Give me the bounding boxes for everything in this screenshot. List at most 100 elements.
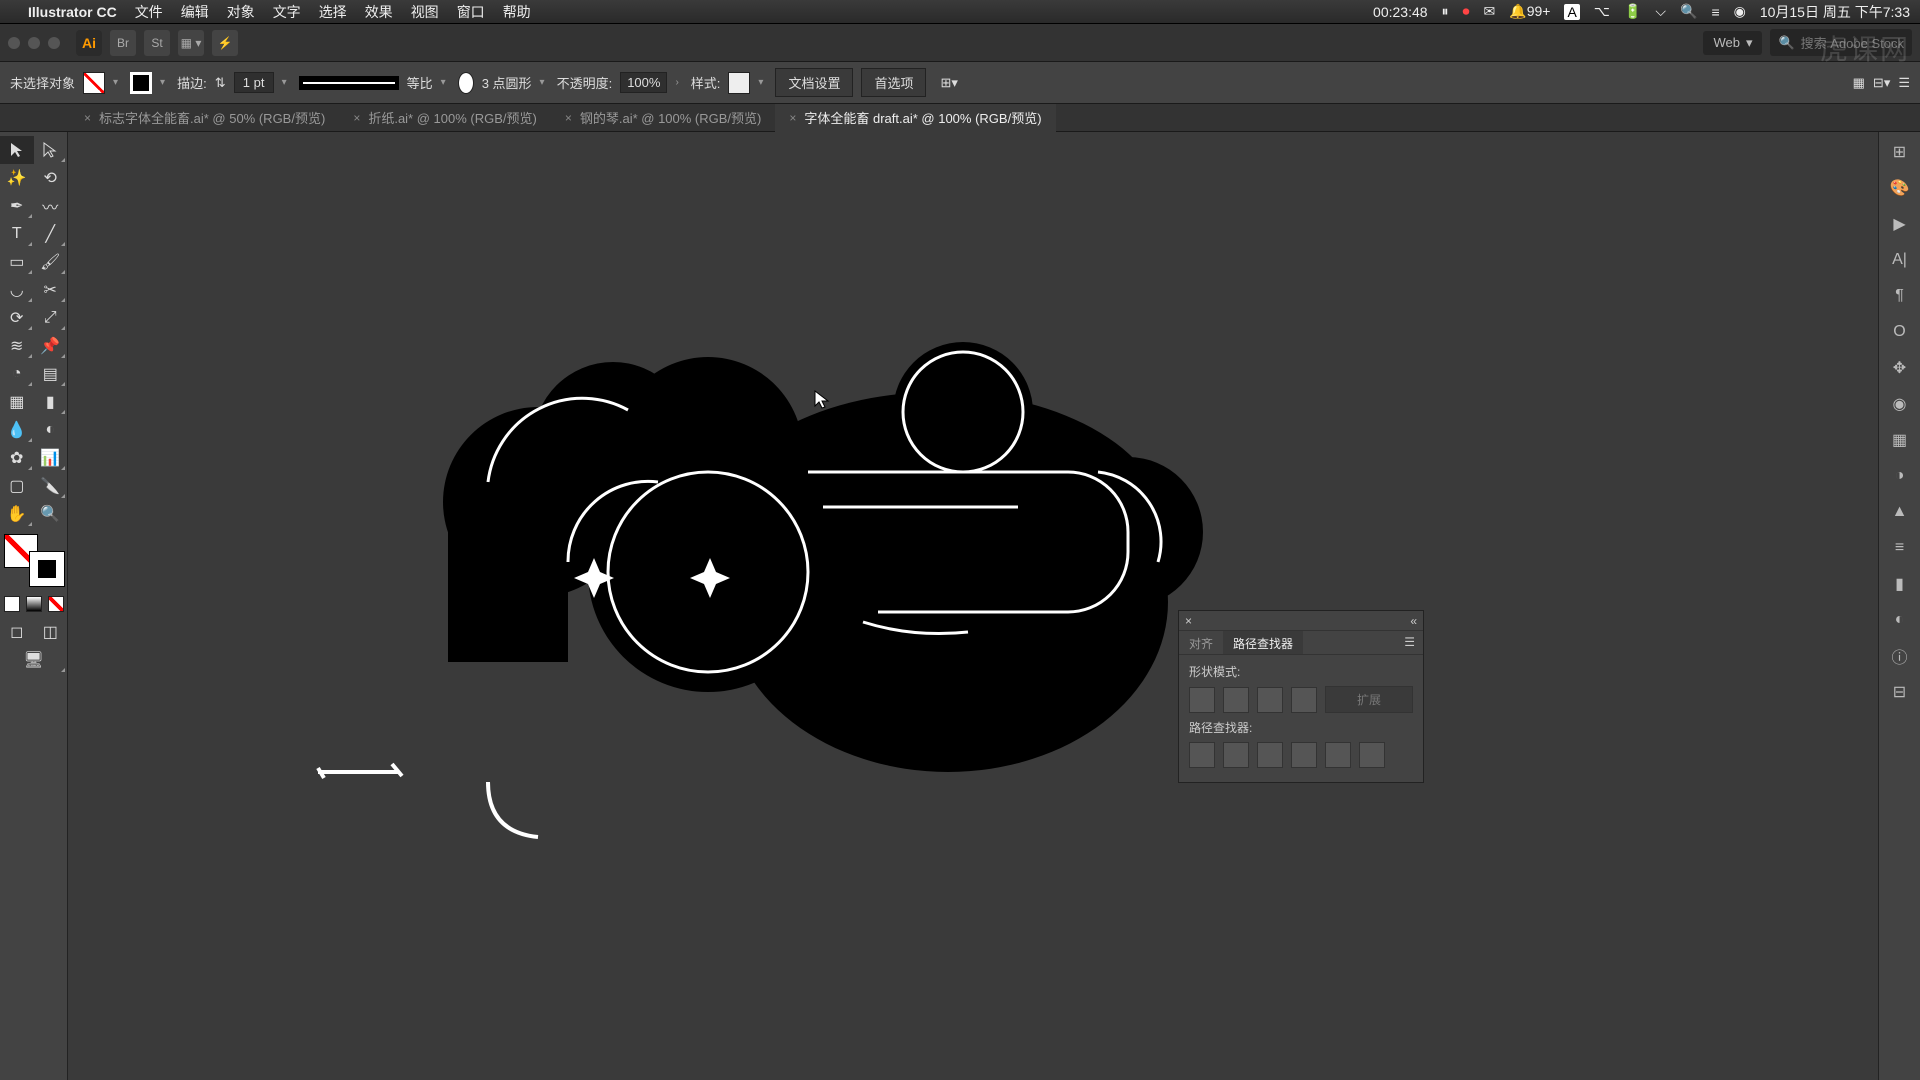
align-icon[interactable]: ⊞▾ — [940, 75, 957, 91]
line-tool[interactable]: ╱ — [34, 220, 68, 248]
wechat-icon[interactable]: ✉ — [1484, 3, 1496, 20]
gradient-tool[interactable]: ▮ — [34, 388, 68, 416]
expand-button[interactable]: 扩展 — [1325, 686, 1413, 713]
symbols-panel-icon[interactable]: ▲ — [1886, 498, 1914, 526]
stroke-swatch[interactable] — [130, 72, 152, 94]
menu-effect[interactable]: 效果 — [365, 2, 393, 22]
fill-dropdown-icon[interactable]: ▾ — [113, 77, 118, 88]
menu-type[interactable]: 文字 — [273, 2, 301, 22]
swatches-panel-icon[interactable]: ▦ — [1886, 426, 1914, 454]
fill-swatch[interactable] — [83, 72, 105, 94]
hand-tool[interactable]: ✋ — [0, 500, 34, 528]
menu-object[interactable]: 对象 — [227, 2, 255, 22]
align-panel-icon[interactable]: ⊟ — [1886, 678, 1914, 706]
zoom-tool[interactable]: 🔍 — [34, 500, 68, 528]
actions-panel-icon[interactable]: ▶ — [1886, 210, 1914, 238]
app-name[interactable]: Illustrator CC — [28, 4, 117, 20]
document-tab[interactable]: ×标志字体全能畜.ai* @ 50% (RGB/预览) — [70, 104, 339, 132]
stroke-weight-field[interactable]: 1 pt — [234, 72, 274, 93]
blend-tool[interactable]: ◐ — [34, 416, 68, 444]
transparency-panel-icon[interactable]: ◐ — [1886, 606, 1914, 634]
screen-mode-icon[interactable]: 🖥 — [0, 646, 67, 674]
unite-button[interactable] — [1189, 687, 1215, 713]
document-tab[interactable]: ×折纸.ai* @ 100% (RGB/预览) — [339, 104, 551, 132]
clock[interactable]: 10月15日 周五 下午7:33 — [1760, 2, 1910, 22]
panel-menu-icon[interactable]: ☰ — [1396, 631, 1423, 654]
record-icon[interactable]: ⏺ — [1463, 3, 1470, 20]
symbol-sprayer-tool[interactable]: ✿ — [0, 444, 34, 472]
character-panel-icon[interactable]: A| — [1886, 246, 1914, 274]
pause-icon[interactable]: ⏸ — [1442, 3, 1449, 20]
selection-tool[interactable] — [0, 136, 34, 164]
opacity-field[interactable]: 100% — [620, 72, 667, 93]
gpu-icon[interactable]: ⚡ — [212, 30, 238, 56]
rectangle-tool[interactable]: ▭ — [0, 248, 34, 276]
width-tool[interactable]: ≋ — [0, 332, 34, 360]
merge-button[interactable] — [1257, 742, 1283, 768]
menu-file[interactable]: 文件 — [135, 2, 163, 22]
zoom-window-button[interactable] — [48, 37, 60, 49]
none-mode-icon[interactable] — [48, 596, 64, 612]
arrange-docs-icon[interactable]: ▦ ▾ — [178, 30, 204, 56]
transform-panel-icon[interactable]: ✥ — [1886, 354, 1914, 382]
artboard-tool[interactable]: ▢ — [0, 472, 34, 500]
style-swatch[interactable] — [728, 72, 750, 94]
menu-help[interactable]: 帮助 — [503, 2, 531, 22]
input-method-icon[interactable]: A — [1564, 4, 1579, 20]
menu-edit[interactable]: 编辑 — [181, 2, 209, 22]
minus-front-button[interactable] — [1223, 687, 1249, 713]
trim-button[interactable] — [1223, 742, 1249, 768]
close-tab-icon[interactable]: × — [353, 111, 360, 125]
crop-button[interactable] — [1291, 742, 1317, 768]
gradient-mode-icon[interactable] — [26, 596, 42, 612]
pen-tool[interactable]: ✒ — [0, 192, 34, 220]
lasso-tool[interactable]: ⟲ — [34, 164, 68, 192]
magic-wand-tool[interactable]: ✨ — [0, 164, 34, 192]
preferences-button[interactable]: 首选项 — [861, 68, 926, 97]
close-tab-icon[interactable]: × — [789, 111, 796, 125]
stroke-panel-icon[interactable]: ≡ — [1886, 534, 1914, 562]
close-window-button[interactable] — [8, 37, 20, 49]
divide-button[interactable] — [1189, 742, 1215, 768]
scale-tool[interactable]: ⤢ — [34, 304, 68, 332]
minus-back-button[interactable] — [1359, 742, 1385, 768]
bridge-icon[interactable]: Br — [110, 30, 136, 56]
eyedropper-tool[interactable]: 💧 — [0, 416, 34, 444]
canvas[interactable]: ×« 对齐 路径查找器 ☰ 形状模式: 扩展 路径查找器: — [68, 132, 1878, 1080]
notification-icon[interactable]: 🔔99+ — [1509, 3, 1550, 20]
menu-view[interactable]: 视图 — [411, 2, 439, 22]
direct-selection-tool[interactable] — [34, 136, 68, 164]
control-center-icon[interactable]: ≡ — [1711, 4, 1719, 20]
view-toggle-3-icon[interactable]: ☰ — [1898, 75, 1910, 91]
stock-icon[interactable]: St — [144, 30, 170, 56]
type-tool[interactable]: T — [0, 220, 34, 248]
color-guide-panel-icon[interactable]: ◑ — [1886, 462, 1914, 490]
intersect-button[interactable] — [1257, 687, 1283, 713]
paintbrush-tool[interactable]: 🖌 — [34, 248, 68, 276]
window-controls[interactable] — [8, 37, 60, 49]
stroke-stepper-icon[interactable]: ⇅ — [215, 75, 226, 91]
properties-panel-icon[interactable]: ⊞ — [1886, 138, 1914, 166]
collapse-panel-icon[interactable]: « — [1410, 614, 1417, 628]
wifi-icon[interactable]: ⌵ — [1655, 3, 1666, 20]
battery-icon[interactable]: 🔋 — [1624, 3, 1641, 20]
outline-button[interactable] — [1325, 742, 1351, 768]
rotate-tool[interactable]: ⟳ — [0, 304, 34, 332]
paragraph-panel-icon[interactable]: ¶ — [1886, 282, 1914, 310]
shaper-tool[interactable]: ◡ — [0, 276, 34, 304]
stroke-dropdown-icon[interactable]: ▾ — [160, 77, 165, 88]
document-setup-button[interactable]: 文档设置 — [775, 68, 853, 97]
fill-stroke-control[interactable] — [4, 534, 64, 586]
color-mode-icon[interactable] — [4, 596, 20, 612]
gradient-panel-icon[interactable]: ▮ — [1886, 570, 1914, 598]
mesh-tool[interactable]: ▦ — [0, 388, 34, 416]
exclude-button[interactable] — [1291, 687, 1317, 713]
graph-tool[interactable]: 📊 — [34, 444, 68, 472]
appearance-panel-icon[interactable]: ◉ — [1886, 390, 1914, 418]
view-toggle-2-icon[interactable]: ⊟▾ — [1873, 75, 1890, 91]
pathfinder-tab[interactable]: 路径查找器 — [1223, 631, 1303, 654]
ai-home-icon[interactable]: Ai — [76, 30, 102, 56]
view-toggle-1-icon[interactable]: ▦ — [1853, 75, 1865, 91]
curvature-tool[interactable]: 〰 — [34, 192, 68, 220]
free-transform-tool[interactable]: 📌 — [34, 332, 68, 360]
